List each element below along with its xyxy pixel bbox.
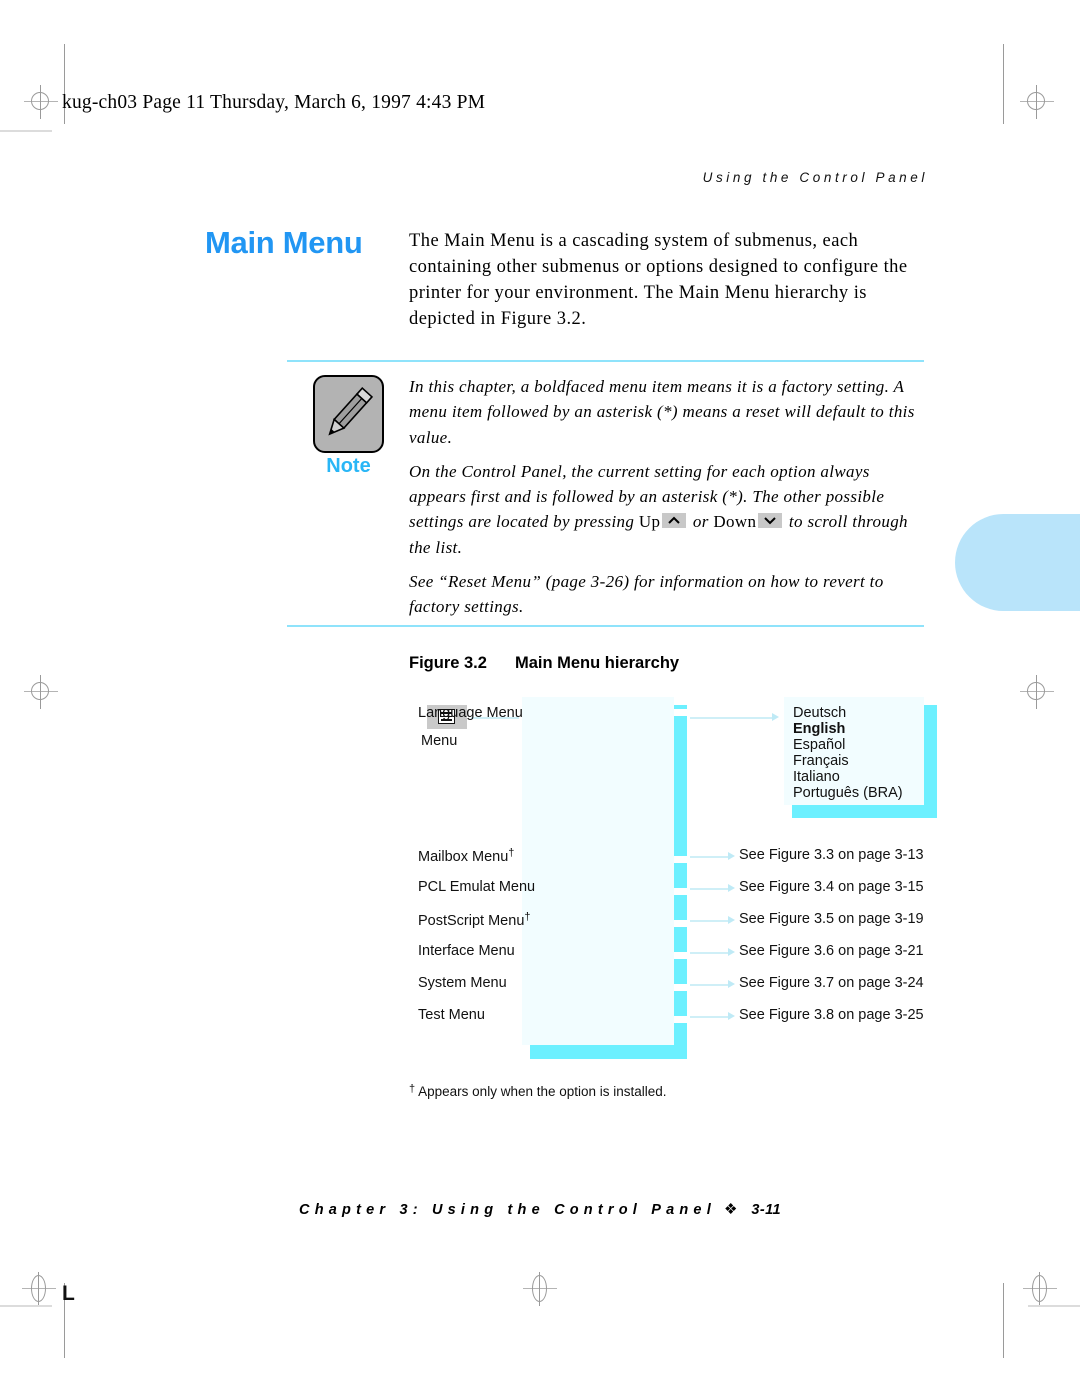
registration-mark-bottom-left xyxy=(22,1272,56,1306)
connector-to-reference xyxy=(690,920,728,922)
side-tab-bleed xyxy=(955,514,1080,611)
figure-reference[interactable]: See Figure 3.5 on page 3-19 xyxy=(739,911,924,927)
crop-line-bottom-right xyxy=(1003,1283,1004,1358)
figure-reference[interactable]: See Figure 3.8 on page 3-25 xyxy=(739,1007,924,1023)
crop-line-left-edge-top xyxy=(0,130,52,132)
level1-shadow-notch xyxy=(674,709,687,716)
note-label: Note xyxy=(326,455,371,477)
pencil-icon xyxy=(313,375,384,453)
connector-to-reference xyxy=(690,856,728,858)
language-panel-shadow-right xyxy=(924,705,937,813)
connector-arrow-reference xyxy=(728,1012,735,1020)
connector-arrow-reference xyxy=(728,852,735,860)
level1-panel xyxy=(522,697,674,1045)
level1-shadow-notch xyxy=(674,888,687,895)
connector-level1-to-language xyxy=(690,717,772,719)
connector-arrow-reference xyxy=(728,980,735,988)
page-title: Main Menu xyxy=(205,225,363,260)
figure-reference[interactable]: See Figure 3.7 on page 3-24 xyxy=(739,975,924,991)
corner-mark-L: L xyxy=(62,1282,75,1305)
up-arrow-icon xyxy=(662,513,687,529)
connector-arrow-language xyxy=(772,713,779,721)
connector-arrow-reference xyxy=(728,948,735,956)
level1-shadow-notch xyxy=(674,984,687,991)
dagger-symbol: † xyxy=(508,847,515,859)
connector-to-reference xyxy=(690,888,728,890)
note-paragraph-3: See “Reset Menu” (page 3-26) for informa… xyxy=(409,572,884,617)
document-page: L kug-ch03 Page 11 Thursday, March 6, 19… xyxy=(0,0,1080,1397)
footnote-text: Appears only when the option is installe… xyxy=(418,1084,667,1099)
level1-menu-item[interactable]: PCL Emulat Menu xyxy=(418,879,535,895)
registration-mark-mid-left xyxy=(24,675,58,709)
level1-menu-item[interactable]: Test Menu xyxy=(418,1007,485,1023)
note-rule-bottom xyxy=(287,625,924,627)
menu-hierarchy-diagram: Menu Language Menu Mailbox Menu† PCL Emula… xyxy=(409,697,949,1067)
footer-page-number: 3-11 xyxy=(751,1202,781,1218)
figure-reference[interactable]: See Figure 3.3 on page 3-13 xyxy=(739,847,924,863)
registration-mark-bottom-right xyxy=(1023,1272,1057,1306)
figure-reference[interactable]: See Figure 3.4 on page 3-15 xyxy=(739,879,924,895)
file-print-header: kug-ch03 Page 11 Thursday, March 6, 1997… xyxy=(62,92,486,113)
level1-shadow-notch xyxy=(674,952,687,959)
dagger-symbol: † xyxy=(409,1083,416,1095)
level1-panel-shadow-right xyxy=(674,705,687,1053)
language-option[interactable]: English xyxy=(793,721,845,737)
level1-shadow-notch xyxy=(674,856,687,863)
running-head: Using the Control Panel xyxy=(702,170,928,185)
down-arrow-icon xyxy=(758,513,783,529)
intro-paragraph: The Main Menu is a cascading system of s… xyxy=(409,231,908,329)
key-up-label: Up xyxy=(638,512,661,532)
page-footer: Chapter 3: Using the Control Panel ❖ 3-11 xyxy=(0,1200,1080,1218)
figure-number: Figure 3.2 xyxy=(409,654,487,672)
connector-arrow-reference xyxy=(728,916,735,924)
figure-reference[interactable]: See Figure 3.6 on page 3-21 xyxy=(739,943,924,959)
registration-mark-mid-right xyxy=(1020,675,1054,709)
note-p2-mid: or xyxy=(688,512,714,532)
connector-arrow-reference xyxy=(728,884,735,892)
footer-chapter: Chapter 3: Using the Control Panel xyxy=(299,1202,716,1218)
floret-icon: ❖ xyxy=(723,1201,738,1218)
language-option[interactable]: Português (BRA) xyxy=(793,785,903,801)
registration-mark-top-right xyxy=(1020,85,1054,119)
level1-menu-item[interactable]: System Menu xyxy=(418,975,507,991)
level1-menu-item[interactable]: Language Menu xyxy=(418,705,523,721)
registration-mark-bottom-center xyxy=(523,1272,557,1306)
note-body: In this chapter, a boldfaced menu item m… xyxy=(409,374,931,620)
figure-caption: Figure 3.2 Main Menu hierarchy xyxy=(409,654,679,673)
level1-menu-item[interactable]: Mailbox Menu† xyxy=(418,847,514,865)
language-option[interactable]: Español xyxy=(793,737,845,753)
level1-shadow-notch xyxy=(674,1016,687,1023)
connector-to-reference xyxy=(690,952,728,954)
level1-menu-item[interactable]: PostScript Menu† xyxy=(418,911,531,929)
connector-to-reference xyxy=(690,984,728,986)
dagger-symbol: † xyxy=(524,911,531,923)
level1-shadow-notch xyxy=(674,920,687,927)
figure-title: Main Menu hierarchy xyxy=(514,654,680,672)
level1-menu-item[interactable]: Interface Menu xyxy=(418,943,515,959)
registration-mark-top-left xyxy=(24,85,58,119)
menu-button-label: Menu xyxy=(421,733,458,749)
key-down-label: Down xyxy=(713,512,757,532)
note-paragraph-1: In this chapter, a boldfaced menu item m… xyxy=(409,377,915,447)
language-panel-shadow-bottom xyxy=(792,805,937,818)
figure-footnote: † Appears only when the option is instal… xyxy=(409,1083,667,1099)
language-option[interactable]: Italiano xyxy=(793,769,840,785)
level1-panel-shadow-bottom xyxy=(530,1045,687,1059)
crop-line-top-right xyxy=(1003,44,1004,124)
note-rule-top xyxy=(287,360,924,362)
language-option[interactable]: Deutsch xyxy=(793,705,846,721)
language-option[interactable]: Français xyxy=(793,753,849,769)
crop-line-right-edge-bottom xyxy=(1028,1305,1080,1307)
connector-to-reference xyxy=(690,1016,728,1018)
crop-line-left-edge-bottom xyxy=(0,1305,52,1307)
note-paragraph-2: On the Control Panel, the current settin… xyxy=(409,459,931,560)
